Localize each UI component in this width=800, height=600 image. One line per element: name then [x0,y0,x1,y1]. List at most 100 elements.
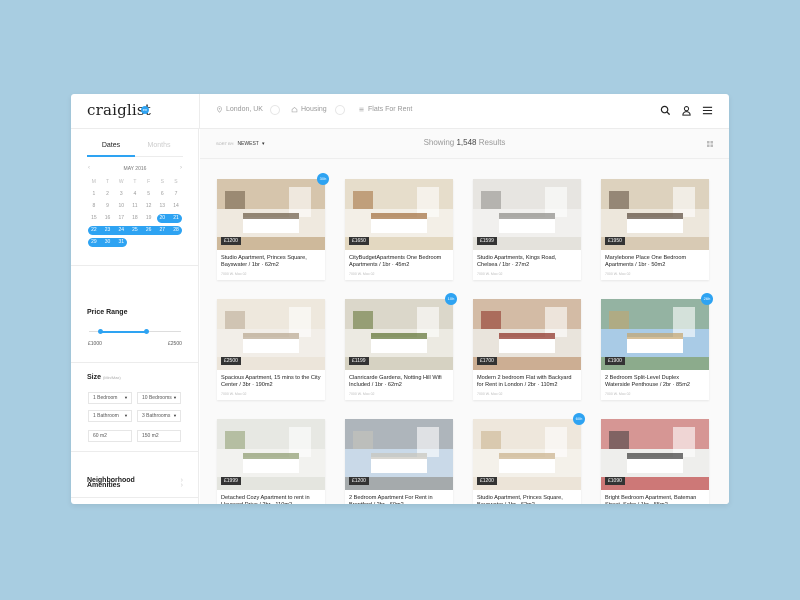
price-slider-min-handle[interactable] [97,329,103,334]
listing-price: £1090 [605,477,625,485]
listing-title[interactable]: Modern 2 bedroom Flat with Backyard for … [473,370,581,392]
listing-title[interactable]: Clanricarde Gardens, Notting Hill Wifi I… [345,370,453,392]
calendar-day[interactable]: 1 [87,188,101,200]
listing-photo[interactable]: £1999 [217,419,325,490]
chevron-right-icon[interactable]: › [180,165,182,171]
listing-photo[interactable]: £1900 [601,299,709,370]
calendar-day[interactable]: 20 [155,212,169,224]
listing-card[interactable]: £1650 CityBudgetApartments One Bedroom A… [345,179,453,280]
listing-photo[interactable]: £1199 [345,299,453,370]
language-badge[interactable]: en [141,106,149,114]
weekday-label: S [174,179,178,185]
tab-dates[interactable]: Dates [87,142,135,149]
listing-title[interactable]: Marylebone Place One Bedroom Apartments … [601,250,709,272]
user-icon[interactable] [681,105,692,116]
search-icon[interactable] [660,105,671,116]
listing-title[interactable]: Spacious Apartment, 15 mins to the City … [217,370,325,392]
bedroom-min-select[interactable]: 1 Bedroom ▼ [88,392,132,404]
caret-down-icon: ▼ [124,413,128,418]
calendar-day[interactable]: 2 [101,188,115,200]
listing-card[interactable]: £1090 Bright Bedroom Apartment, Bateman … [601,419,709,504]
listing-card[interactable]: £2500 Spacious Apartment, 15 mins to the… [217,299,325,400]
listing-title[interactable]: 2 Bedroom Split-Level Duplex Waterside P… [601,370,709,392]
calendar-day[interactable]: 11 [128,200,142,212]
listing-card[interactable]: £1599 Studio Apartments, Kings Road, Che… [473,179,581,280]
calendar-day[interactable]: 30 [101,236,115,248]
calendar-day[interactable]: 23 [101,224,115,236]
listing-title[interactable]: CityBudgetApartments One Bedroom Apartme… [345,250,453,272]
calendar-day[interactable]: 5 [142,188,156,200]
listing-photo[interactable]: £1650 [345,179,453,250]
listing-price: £1200 [349,477,369,485]
listing-title[interactable]: Studio Apartment, Princes Square, Bayswa… [473,490,581,504]
calendar-day[interactable]: 21 [169,212,183,224]
listing-photo[interactable]: £1700 [473,299,581,370]
listing-card[interactable]: £1200 Studio Apartment, Princes Square, … [217,179,325,280]
area-max-field[interactable]: 150 m2 [137,430,181,442]
calendar-weekdays: MTWTFSS [87,176,183,188]
subcategory-filter[interactable]: Flats For Rent [358,106,412,113]
listing-card[interactable]: £1199 Clanricarde Gardens, Notting Hill … [345,299,453,400]
size-title: Size (Min/Max) [87,374,121,381]
listing-photo[interactable]: £1200 [217,179,325,250]
calendar-day[interactable]: 14 [169,200,183,212]
calendar-day[interactable]: 28 [169,224,183,236]
category-filter[interactable]: Housing [291,106,327,113]
calendar-day[interactable]: 6 [155,188,169,200]
calendar-day[interactable]: 13 [155,200,169,212]
listing-photo[interactable]: £1200 [345,419,453,490]
calendar-day[interactable]: 25 [128,224,142,236]
listing-photo[interactable]: £1090 [601,419,709,490]
listing-price: £2500 [221,357,241,365]
price-slider-max-handle[interactable] [143,329,149,334]
listing-title[interactable]: 2 Bedroom Apartment For Rent in Brentfor… [345,490,453,504]
location-filter[interactable]: London, UK [216,106,263,113]
menu-icon[interactable] [702,105,713,116]
calendar-day[interactable]: 24 [114,224,128,236]
listing-card[interactable]: £1200 2 Bedroom Apartment For Rent in Br… [345,419,453,504]
calendar-day[interactable]: 4 [128,188,142,200]
tab-months[interactable]: Months [135,142,183,149]
calendar-day[interactable]: 17 [114,212,128,224]
listing-photo[interactable]: £1200 [473,419,581,490]
active-tab-indicator [87,155,135,157]
calendar-day[interactable]: 16 [101,212,115,224]
listing-card[interactable]: £1700 Modern 2 bedroom Flat with Backyar… [473,299,581,400]
grid-view-icon[interactable] [707,141,713,147]
bedroom-max-select[interactable]: 10 Bedrooms ▼ [137,392,181,404]
calendar-day[interactable]: 15 [87,212,101,224]
calendar-day[interactable]: 26 [142,224,156,236]
bathroom-min-select[interactable]: 1 Bathroom ▼ [88,410,132,422]
calendar-day[interactable]: 9 [101,200,115,212]
calendar-day[interactable]: 12 [142,200,156,212]
listing-card[interactable]: £1950 Marylebone Place One Bedroom Apart… [601,179,709,280]
listing-card[interactable]: £1200 Studio Apartment, Princes Square, … [473,419,581,504]
calendar-day[interactable]: 8 [87,200,101,212]
calendar-header: ‹ MAY 2016 › [87,165,183,175]
calendar-day[interactable]: 3 [114,188,128,200]
calendar-day[interactable]: 7 [169,188,183,200]
amenities-filter[interactable]: Amenities › [87,482,183,489]
listing-price: £1950 [605,237,625,245]
listing-title[interactable]: Bright Bedroom Apartment, Bateman Street… [601,490,709,504]
listing-photo[interactable]: £2500 [217,299,325,370]
listing-title[interactable]: Studio Apartment, Princes Square, Bayswa… [217,250,325,272]
calendar-day[interactable]: 29 [87,236,101,248]
calendar-day[interactable]: 18 [128,212,142,224]
calendar-day[interactable]: 31 [114,236,128,248]
results-prefix: Showing [423,138,455,147]
area-min-field[interactable]: 60 m2 [88,430,132,442]
listing-title[interactable]: Detached Cozy Apartment to rent in Haywa… [217,490,325,504]
calendar-day[interactable]: 10 [114,200,128,212]
calendar-day[interactable]: 27 [155,224,169,236]
calendar-day [169,236,183,248]
calendar-day[interactable]: 22 [87,224,101,236]
bathroom-max-select[interactable]: 3 Bathrooms ▼ [137,410,181,422]
listing-card[interactable]: £1999 Detached Cozy Apartment to rent in… [217,419,325,504]
calendar-day[interactable]: 19 [142,212,156,224]
listing-photo[interactable]: £1950 [601,179,709,250]
amenities-label: Amenities [87,482,121,489]
listing-photo[interactable]: £1599 [473,179,581,250]
listing-title[interactable]: Studio Apartments, Kings Road, Chelsea /… [473,250,581,272]
listing-card[interactable]: £1900 2 Bedroom Split-Level Duplex Water… [601,299,709,400]
